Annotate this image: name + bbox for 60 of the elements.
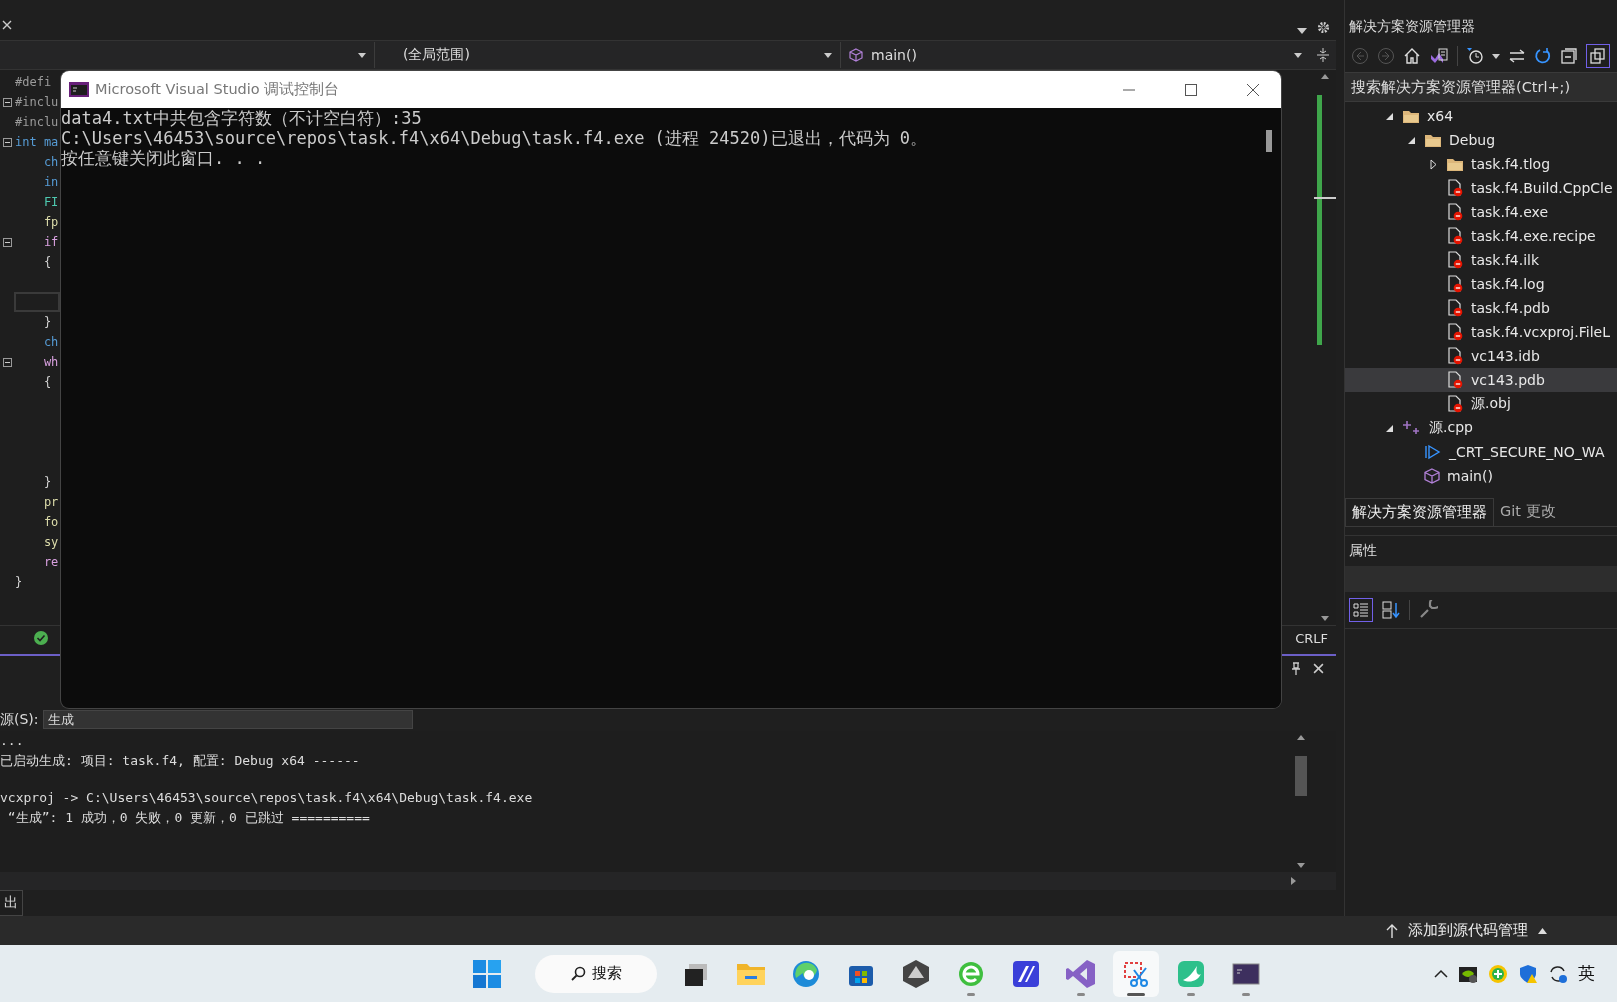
member-value: main() — [871, 47, 917, 63]
tree-item[interactable]: task.f4.ilk — [1345, 248, 1617, 272]
code-line: if — [42, 235, 59, 249]
code-line: { — [42, 255, 52, 269]
tree-item[interactable]: task.f4.vcxproj.FileL — [1345, 320, 1617, 344]
console-line: data4.txt中共包含字符数（不计空白符）:35 — [61, 108, 423, 128]
window-title: Microsoft Visual Studio 调试控制台 — [95, 80, 340, 99]
panel-tab[interactable]: 解决方案资源管理器 — [1345, 498, 1494, 526]
code-line: FI — [42, 195, 59, 209]
code-line: } — [42, 315, 52, 329]
tree-item[interactable]: 源.cpp — [1345, 416, 1617, 440]
tree-item[interactable]: task.f4.tlog — [1345, 152, 1617, 176]
panel-tab[interactable]: Git 更改 — [1494, 498, 1562, 526]
code-line: } — [42, 475, 52, 489]
search-field[interactable]: 搜索 — [535, 954, 657, 993]
code-line: re — [42, 555, 59, 569]
search-placeholder: 搜索 — [592, 964, 622, 983]
code-line: wh — [42, 355, 59, 369]
tree-item[interactable]: x64 — [1345, 104, 1617, 128]
tree-item[interactable]: vc143.idb — [1345, 344, 1617, 368]
output-line: ... — [0, 733, 25, 750]
tree-item[interactable]: main() — [1345, 464, 1617, 488]
member-dropdown[interactable]: main() — [840, 42, 1310, 68]
source-dropdown[interactable]: 生成 — [42, 710, 413, 729]
code-line: ch — [42, 155, 59, 169]
output-line: “生成”: 1 成功，0 失败，0 更新，0 已跳过 ========== — [6, 809, 371, 827]
tree-item[interactable]: 源.obj — [1345, 392, 1617, 416]
search-field[interactable]: 搜索解决方案资源管理器(Ctrl+;) — [1345, 72, 1617, 102]
console-line: C:\Users\46453\source\repos\task.f4\x64\Debug\task.f4.exe (进程 24520)已退出，代码为 0。 — [61, 128, 928, 148]
code-line: int ma — [15, 135, 59, 149]
line-ending-label[interactable]: CRLF — [1289, 630, 1334, 646]
add-to-source-control-button[interactable]: 添加到源代码管理 — [1408, 921, 1528, 940]
code-line: sy — [42, 535, 59, 549]
code-line: #inclu — [15, 95, 59, 109]
code-line: pr — [42, 495, 59, 509]
output-line: 已启动生成: 项目: task.f4, 配置: Debug x64 ------ — [0, 752, 361, 770]
scope-dropdown[interactable]: (全局范围) — [374, 42, 840, 68]
tree-item[interactable]: task.f4.Build.CppCle — [1345, 176, 1617, 200]
panel-title: 解决方案资源管理器 — [1348, 17, 1476, 36]
tree-item[interactable]: task.f4.log — [1345, 272, 1617, 296]
code-line: ch — [42, 335, 59, 349]
code-line: in — [42, 175, 59, 189]
code-line: #defi — [15, 75, 52, 89]
console-line: 按任意键关闭此窗口. . . — [61, 148, 267, 168]
scope-value: (全局范围) — [403, 46, 470, 64]
output-tab[interactable]: 出 — [0, 890, 23, 916]
code-line: } — [15, 575, 23, 589]
tree-item[interactable]: task.f4.pdb — [1345, 296, 1617, 320]
tree-item[interactable]: vc143.pdb — [1345, 368, 1617, 392]
tree-item[interactable]: Debug — [1345, 128, 1617, 152]
source-label: 源(S): — [0, 711, 39, 729]
input-method-indicator[interactable]: 英 — [1578, 962, 1595, 985]
code-line: #inclu — [15, 115, 59, 129]
tree-item[interactable]: task.f4.exe — [1345, 200, 1617, 224]
code-line: fp — [42, 215, 59, 229]
tree-item[interactable]: task.f4.exe.recipe — [1345, 224, 1617, 248]
tree-item[interactable]: _CRT_SECURE_NO_WA — [1345, 440, 1617, 464]
code-line: fo — [42, 515, 59, 529]
output-line: vcxproj -> C:\Users\46453\source\repos\task.f4\x64\Debug\task.f4.exe — [0, 790, 534, 807]
code-line: { — [42, 375, 52, 389]
